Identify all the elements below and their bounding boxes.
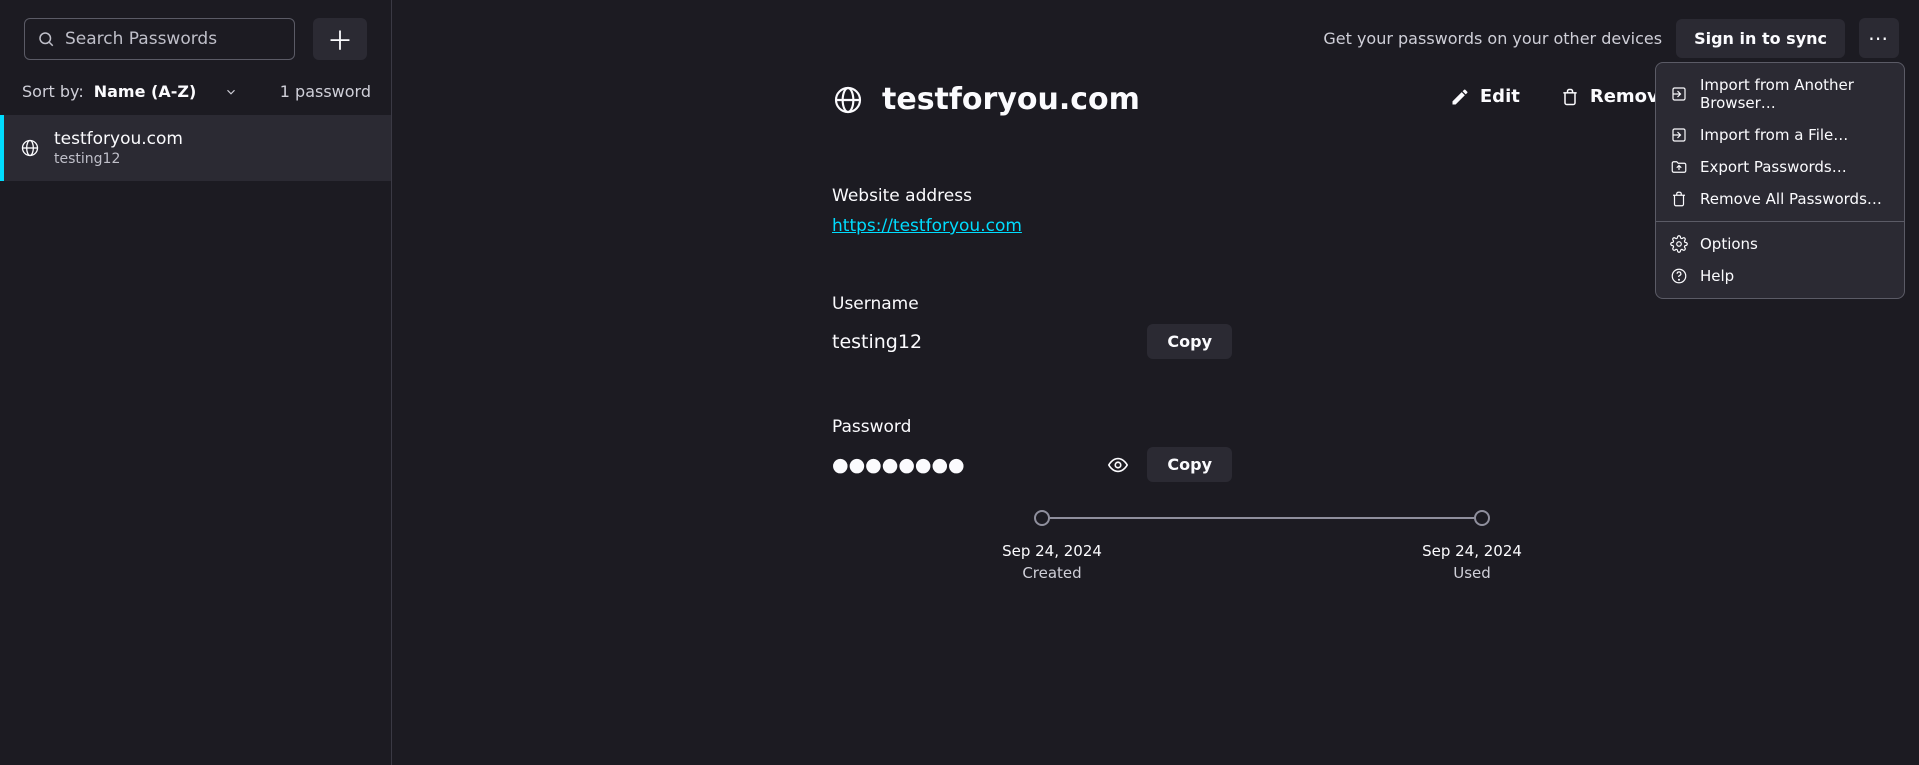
created-label: Created — [982, 564, 1122, 582]
search-input[interactable]: Search Passwords — [24, 18, 295, 60]
reveal-password-button[interactable] — [1107, 454, 1129, 476]
copy-username-button[interactable]: Copy — [1147, 324, 1232, 359]
globe-icon — [20, 138, 40, 158]
password-list: testforyou.com testing12 — [0, 115, 391, 765]
main: Get your passwords on your other devices… — [392, 0, 1919, 765]
add-password-button[interactable]: ＋ — [313, 18, 367, 60]
menu-separator — [1656, 221, 1904, 222]
search-placeholder: Search Passwords — [65, 29, 217, 49]
password-row: ●●●●●●●● Copy — [832, 447, 1232, 482]
trash-icon — [1560, 87, 1580, 107]
menu-item-label: Help — [1700, 267, 1734, 285]
sort-row: Sort by: Name (A-Z) 1 password — [0, 82, 391, 115]
website-label: Website address — [832, 186, 1732, 206]
more-menu-button[interactable]: ⋯ — [1859, 18, 1899, 58]
trash-icon — [1670, 190, 1688, 208]
menu-item-label: Import from Another Browser… — [1700, 76, 1890, 112]
more-icon: ⋯ — [1868, 26, 1890, 50]
edit-label: Edit — [1480, 86, 1520, 107]
list-item-subtitle: testing12 — [54, 151, 183, 167]
list-item-text: testforyou.com testing12 — [54, 129, 183, 167]
plus-icon: ＋ — [327, 21, 353, 58]
detail-actions: Edit Remove — [1450, 86, 1671, 107]
sync-prompt: Get your passwords on your other devices — [1323, 29, 1662, 48]
import-icon — [1670, 85, 1688, 103]
import-file-icon — [1670, 126, 1688, 144]
used-date: Sep 24, 2024 — [1402, 542, 1542, 560]
timeline-dot-used — [1474, 510, 1490, 526]
copy-password-button[interactable]: Copy — [1147, 447, 1232, 482]
chevron-down-icon — [224, 85, 238, 99]
menu-remove-all[interactable]: Remove All Passwords… — [1656, 183, 1904, 215]
site-title: testforyou.com — [882, 82, 1140, 117]
search-icon — [37, 30, 55, 48]
password-list-item[interactable]: testforyou.com testing12 — [0, 115, 391, 181]
menu-export[interactable]: Export Passwords… — [1656, 151, 1904, 183]
more-menu: Import from Another Browser… Import from… — [1655, 62, 1905, 299]
username-row: testing12 Copy — [832, 324, 1232, 359]
edit-button[interactable]: Edit — [1450, 86, 1520, 107]
timeline-dot-created — [1034, 510, 1050, 526]
sort-value: Name (A-Z) — [94, 82, 197, 101]
menu-import-file[interactable]: Import from a File… — [1656, 119, 1904, 151]
created-date: Sep 24, 2024 — [982, 542, 1122, 560]
list-item-title: testforyou.com — [54, 129, 183, 149]
menu-item-label: Import from a File… — [1700, 126, 1848, 144]
export-icon — [1670, 158, 1688, 176]
search-row: Search Passwords ＋ — [0, 18, 391, 82]
menu-help[interactable]: Help — [1656, 260, 1904, 292]
sign-in-button[interactable]: Sign in to sync — [1676, 19, 1845, 58]
timeline-used: Sep 24, 2024 Used — [1402, 542, 1542, 582]
gear-icon — [1670, 235, 1688, 253]
website-link[interactable]: https://testforyou.com — [832, 216, 1022, 236]
menu-item-label: Remove All Passwords… — [1700, 190, 1882, 208]
menu-import-browser[interactable]: Import from Another Browser… — [1656, 69, 1904, 119]
timeline-track — [1042, 508, 1482, 528]
menu-options[interactable]: Options — [1656, 228, 1904, 260]
detail-content: Website address https://testforyou.com U… — [832, 186, 1732, 482]
pencil-icon — [1450, 87, 1470, 107]
detail-header: testforyou.com — [832, 82, 1140, 117]
sort-by-label: Sort by: — [22, 82, 84, 101]
menu-item-label: Export Passwords… — [1700, 158, 1847, 176]
used-label: Used — [1402, 564, 1542, 582]
timeline: Sep 24, 2024 Created Sep 24, 2024 Used — [832, 508, 1692, 582]
password-count: 1 password — [280, 82, 371, 101]
password-label: Password — [832, 417, 1732, 437]
username-label: Username — [832, 294, 1732, 314]
sidebar: Search Passwords ＋ Sort by: Name (A-Z) 1… — [0, 0, 392, 765]
username-value: testing12 — [832, 331, 922, 353]
menu-item-label: Options — [1700, 235, 1758, 253]
globe-icon — [832, 84, 864, 116]
timeline-created: Sep 24, 2024 Created — [982, 542, 1122, 582]
help-icon — [1670, 267, 1688, 285]
topbar: Get your passwords on your other devices… — [1323, 18, 1899, 58]
password-value: ●●●●●●●● — [832, 454, 965, 476]
timeline-labels: Sep 24, 2024 Created Sep 24, 2024 Used — [982, 542, 1542, 582]
timeline-line — [1042, 517, 1482, 519]
sort-select[interactable]: Name (A-Z) — [94, 82, 239, 101]
